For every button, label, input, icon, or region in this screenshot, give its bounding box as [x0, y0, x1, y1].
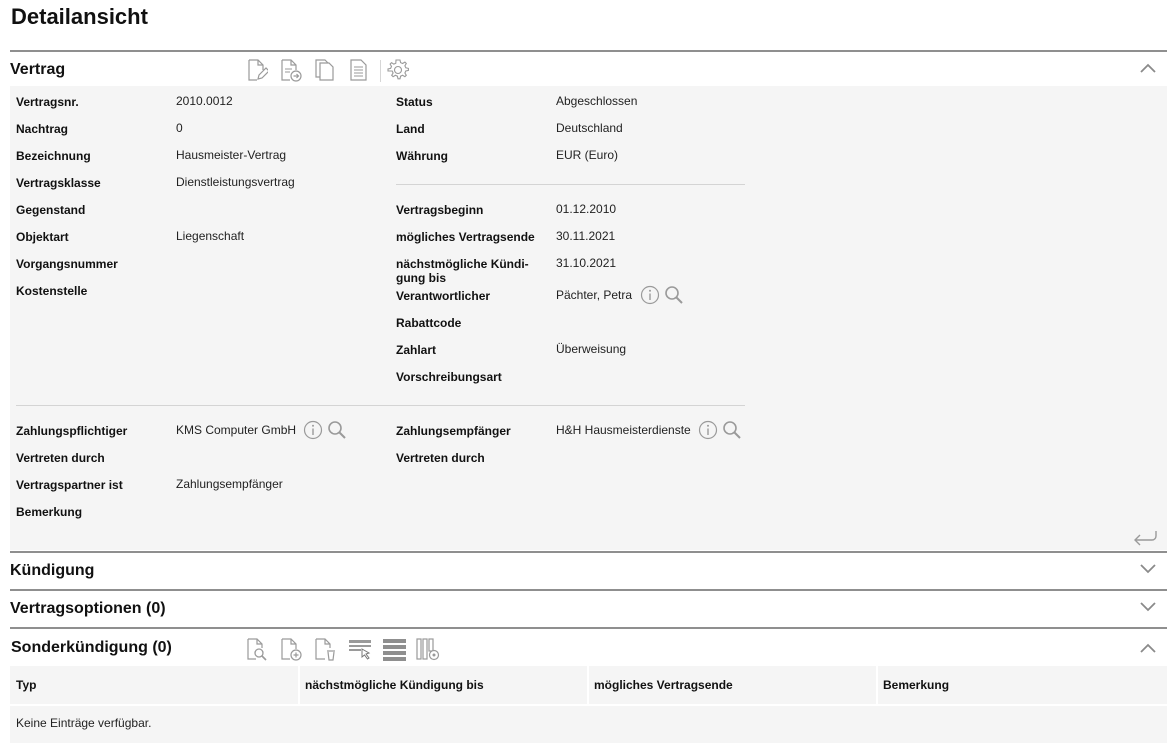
- field-label: Zahlart: [396, 343, 437, 357]
- field-label: Land: [396, 122, 425, 136]
- field-label: Vertragsnr.: [16, 95, 79, 109]
- field-value: Zahlungsempfänger: [176, 477, 283, 491]
- title-band: [10, 0, 1167, 33]
- field-label: Vertreten durch: [16, 451, 105, 465]
- field-value: Hausmeister-Vertrag: [176, 148, 287, 162]
- search-document-icon[interactable]: [244, 637, 268, 661]
- field-label: Vorschreibungsart: [396, 370, 502, 384]
- field-label: mögliches Vertragsende: [396, 230, 535, 244]
- field-label: Objektart: [16, 230, 69, 244]
- divider: [396, 184, 745, 185]
- field-label: Währung: [396, 149, 448, 163]
- document-icon[interactable]: [346, 58, 370, 82]
- export-document-icon[interactable]: [278, 58, 302, 82]
- field-value: EUR (Euro): [556, 148, 619, 162]
- field-value: 2010.0012: [176, 94, 233, 108]
- column-separator: [587, 666, 589, 704]
- section-title: Sonderkündigung (0): [11, 639, 172, 656]
- field-label: Status: [396, 95, 433, 109]
- search-icon[interactable]: [722, 420, 742, 440]
- field-value: H&H Hausmeisterdienste: [556, 423, 691, 437]
- field-label: Bezeichnung: [16, 149, 91, 163]
- field-label: Vertragsklasse: [16, 176, 101, 190]
- section-header-vertragsoptionen[interactable]: Vertragsoptionen (0): [10, 589, 1167, 625]
- field-value: Liegenschaft: [176, 229, 245, 243]
- field-label: Vertragspartner ist: [16, 478, 123, 492]
- sonderkuendigung-table-header: Typ nächstmögliche Kündigung bis möglich…: [10, 666, 1167, 706]
- edit-document-icon[interactable]: [244, 58, 268, 82]
- return-icon[interactable]: [1132, 528, 1158, 548]
- field-label: Zahlungsempfänger: [396, 424, 511, 438]
- chevron-up-icon[interactable]: [1139, 641, 1157, 655]
- chevron-down-icon[interactable]: [1139, 600, 1157, 614]
- column-settings-icon[interactable]: [416, 637, 440, 661]
- search-icon[interactable]: [664, 285, 684, 305]
- chevron-up-icon[interactable]: [1139, 61, 1157, 75]
- section-title: Vertragsoptionen (0): [10, 600, 166, 617]
- field-label-line2: gung bis: [396, 271, 446, 285]
- add-document-icon[interactable]: [278, 637, 302, 661]
- empty-message: Keine Einträge verfügbar.: [16, 716, 152, 730]
- field-value: Abgeschlossen: [556, 94, 638, 108]
- toolbar-separator: [380, 60, 381, 82]
- field-value: Dienstleistungsvertrag: [176, 175, 295, 189]
- field-value: Pächter, Petra: [556, 288, 633, 302]
- field-value: Überweisung: [556, 342, 627, 356]
- field-value: KMS Computer GmbH: [176, 423, 297, 437]
- info-icon[interactable]: [303, 420, 323, 440]
- field-label: Verantwortlicher: [396, 289, 491, 303]
- sonderkuendigung-table-body: Keine Einträge verfügbar.: [10, 706, 1167, 743]
- list-view-icon[interactable]: [382, 637, 406, 661]
- gear-icon[interactable]: [386, 58, 410, 82]
- section-title: Vertrag: [10, 61, 66, 78]
- column-header-typ[interactable]: Typ: [16, 678, 36, 692]
- chevron-down-icon[interactable]: [1139, 562, 1157, 576]
- field-label: Gegenstand: [16, 203, 86, 217]
- field-label: Zahlungspflichtiger: [16, 424, 128, 438]
- column-separator: [298, 666, 300, 704]
- divider: [16, 405, 745, 406]
- column-header-bemerkung[interactable]: Bemerkung: [883, 678, 949, 692]
- info-icon[interactable]: [640, 285, 660, 305]
- field-value: 31.10.2021: [556, 256, 617, 270]
- field-label: Vertragsbeginn: [396, 203, 484, 217]
- field-label: nächstmögliche Kündi-: [396, 257, 529, 271]
- column-header-kuendigung[interactable]: nächstmögliche Kündigung bis: [305, 678, 484, 692]
- field-label: Bemerkung: [16, 505, 83, 519]
- column-header-vertragsende[interactable]: mögliches Vertragsende: [594, 678, 733, 692]
- field-label: Nachtrag: [16, 122, 69, 136]
- field-value: 30.11.2021: [556, 229, 616, 243]
- field-value: 01.12.2010: [556, 202, 617, 216]
- select-row-icon[interactable]: [348, 637, 372, 661]
- column-separator: [876, 666, 878, 704]
- field-label: Kostenstelle: [16, 284, 88, 298]
- field-value: Deutschland: [556, 121, 623, 135]
- field-label: Rabattcode: [396, 316, 462, 330]
- info-icon[interactable]: [698, 420, 718, 440]
- section-title: Kündigung: [10, 562, 95, 579]
- section-header-sonderkuendigung[interactable]: Sonderkündigung (0): [10, 627, 1167, 666]
- copy-document-icon[interactable]: [312, 58, 336, 82]
- field-value: 0: [176, 121, 183, 135]
- field-label: Vertreten durch: [396, 451, 485, 465]
- page-title: Detailansicht: [11, 4, 148, 29]
- field-label: Vorgangsnummer: [16, 257, 118, 271]
- section-header-vertrag[interactable]: Vertrag: [10, 50, 1167, 86]
- vertrag-panel: Vertragsnr. 2010.0012 Nachtrag 0 Bezeich…: [10, 86, 1167, 550]
- delete-document-icon[interactable]: [312, 637, 336, 661]
- section-header-kuendigung[interactable]: Kündigung: [10, 551, 1167, 587]
- search-icon[interactable]: [327, 420, 347, 440]
